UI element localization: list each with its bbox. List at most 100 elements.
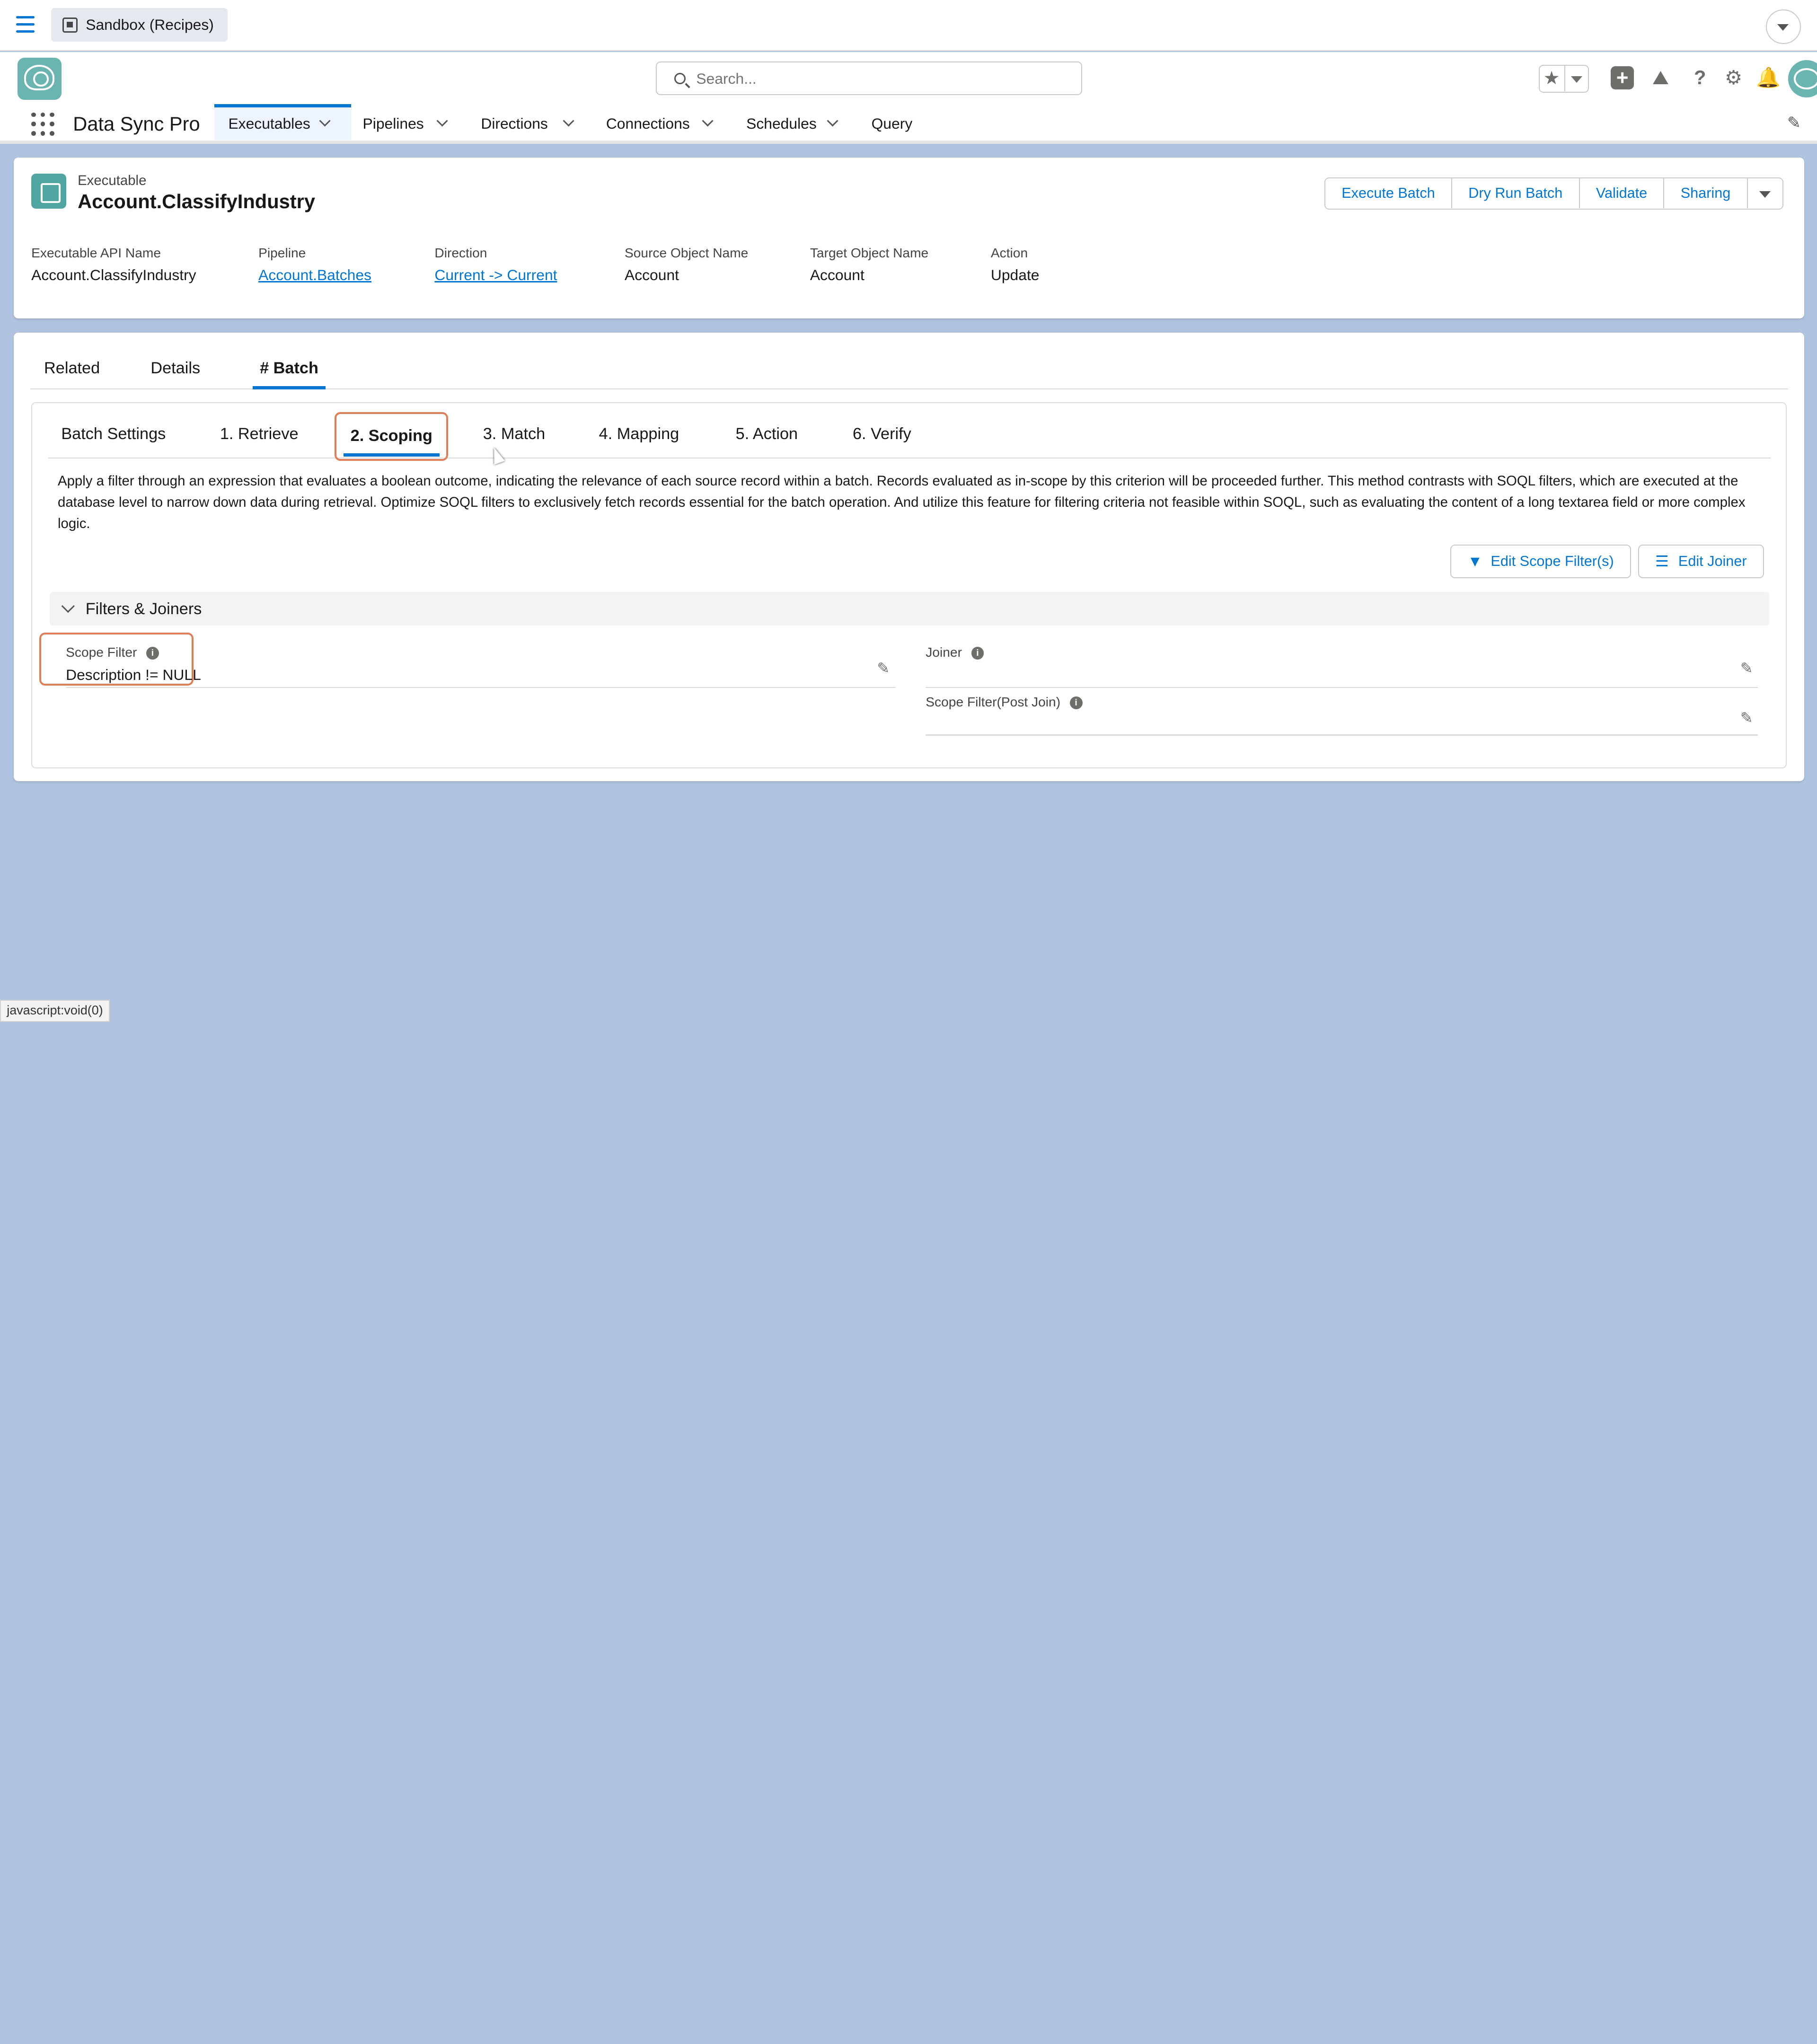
scope-filter-field: Scope Filter i Description != NULL ✎ [66, 641, 896, 688]
sandbox-label: Sandbox (Recipes) [86, 16, 214, 34]
chevron-down-icon[interactable] [1766, 9, 1801, 44]
record-header: Executable Account.ClassifyIndustry Exec… [14, 158, 1805, 319]
scope-filter-post-join-value [926, 716, 1757, 734]
highlight-field-target-object: Target Object Name Account [810, 246, 929, 284]
scope-filter-post-join-field: Scope Filter(Post Join) i ✎ [926, 690, 1758, 736]
nav-label: Pipelines [362, 115, 424, 132]
app-logo[interactable] [17, 58, 62, 100]
global-search[interactable] [656, 61, 1083, 95]
highlight-field-direction: Direction Current -> Current [434, 246, 557, 284]
bell-icon[interactable]: 🔔 [1755, 65, 1781, 90]
tab-related[interactable]: Related [44, 356, 100, 389]
star-icon: ★ [1543, 68, 1560, 88]
nav-label: Executables [228, 115, 310, 132]
batch-panel: Batch Settings 1. Retrieve 2. Scoping 3.… [31, 402, 1787, 768]
chevron-down-icon[interactable] [563, 115, 574, 127]
nav-pipelines[interactable]: Pipelines [363, 104, 456, 140]
scoping-description: Apply a filter through an expression tha… [57, 473, 1746, 532]
chevron-down-icon[interactable] [827, 115, 838, 127]
avatar[interactable] [1788, 60, 1817, 97]
nav-directions[interactable]: Directions [481, 104, 576, 140]
subtab-action[interactable]: 5. Action [736, 425, 798, 443]
subtab-scoping[interactable]: 2. Scoping [335, 412, 449, 461]
highlight-field-action: Action Update [990, 246, 1040, 284]
validate-button[interactable]: Validate [1579, 178, 1665, 209]
edit-scope-filters-button[interactable]: ▼ Edit Scope Filter(s) [1450, 544, 1631, 578]
execute-batch-button[interactable]: Execute Batch [1325, 178, 1452, 209]
info-icon[interactable]: i [146, 646, 159, 660]
filter-icon: ▼ [1467, 552, 1482, 570]
nav-label: Connections [606, 115, 690, 132]
joiner-value [926, 666, 1757, 685]
nav-label: Query [871, 115, 913, 132]
info-icon[interactable]: i [1069, 696, 1083, 710]
highlight-field-source-object: Source Object Name Account [624, 246, 749, 284]
highlight-field-pipeline: Pipeline Account.Batches [258, 246, 371, 284]
edit-nav-pencil-icon[interactable]: ✎ [1787, 114, 1801, 132]
highlight-field-api-name: Executable API Name Account.ClassifyIndu… [31, 246, 196, 284]
pipeline-link[interactable]: Account.Batches [258, 266, 371, 284]
subtab-match[interactable]: 3. Match [483, 425, 545, 443]
joiner-label: Joiner i [926, 645, 984, 660]
tab-batch[interactable]: # Batch [252, 356, 326, 389]
scoping-actions: ▼ Edit Scope Filter(s) ☰ Edit Joiner [1450, 544, 1764, 578]
edit-pencil-icon[interactable]: ✎ [1740, 709, 1753, 727]
subtab-verify[interactable]: 6. Verify [853, 425, 911, 443]
edit-pencil-icon[interactable]: ✎ [877, 659, 890, 677]
sandbox-chip[interactable]: Sandbox (Recipes) [51, 8, 228, 42]
chevron-down-icon[interactable] [701, 115, 714, 127]
sharing-button[interactable]: Sharing [1664, 178, 1748, 209]
nav-query[interactable]: Query [872, 104, 918, 140]
global-header: ★ + ⛰ ? ⚙ 🔔 [0, 52, 1817, 105]
record-title: Account.ClassifyIndustry [78, 190, 315, 212]
status-bar-url: javascript:void(0) [0, 1000, 110, 1022]
filters-joiners-section[interactable]: Filters & Joiners [49, 591, 1770, 626]
scope-filter-post-join-label: Scope Filter(Post Join) i [926, 695, 1083, 710]
nav-schedules[interactable]: Schedules [746, 104, 841, 140]
record-actions: Execute Batch Dry Run Batch Validate Sha… [1324, 177, 1783, 210]
section-title: Filters & Joiners [85, 600, 202, 618]
trailhead-icon[interactable]: ⛰ [1648, 65, 1673, 90]
mouse-cursor [488, 445, 505, 465]
gear-icon[interactable]: ⚙ [1721, 65, 1746, 90]
nav-label: Directions [481, 115, 548, 132]
subtab-mapping[interactable]: 4. Mapping [599, 425, 679, 443]
dry-run-batch-button[interactable]: Dry Run Batch [1452, 178, 1580, 209]
edit-joiner-button[interactable]: ☰ Edit Joiner [1638, 544, 1764, 578]
edit-scope-filters-label: Edit Scope Filter(s) [1491, 553, 1614, 569]
favorites-button[interactable]: ★ [1539, 65, 1589, 93]
app-launcher-icon[interactable] [31, 112, 55, 136]
chevron-down-icon[interactable] [1571, 76, 1583, 83]
nav-label: Schedules [746, 115, 817, 132]
chevron-down-icon[interactable] [319, 115, 331, 127]
tab-details[interactable]: Details [150, 356, 200, 389]
subtab-batch-settings[interactable]: Batch Settings [61, 425, 166, 443]
nav-connections[interactable]: Connections [606, 104, 716, 140]
more-actions-chevron-down-icon[interactable] [1747, 178, 1782, 209]
direction-link[interactable]: Current -> Current [434, 266, 557, 284]
chevron-down-icon[interactable] [62, 599, 75, 613]
edit-pencil-icon[interactable]: ✎ [1740, 659, 1753, 677]
edit-joiner-label: Edit Joiner [1678, 553, 1747, 569]
search-input[interactable] [696, 67, 1067, 90]
subtab-retrieve[interactable]: 1. Retrieve [220, 425, 299, 443]
sandbox-bar: Sandbox (Recipes) [0, 0, 1817, 51]
app-navigation: Data Sync Pro Executables Pipelines Dire… [0, 104, 1817, 144]
help-icon[interactable]: ? [1687, 65, 1713, 90]
joiner-icon: ☰ [1655, 552, 1669, 570]
info-icon[interactable]: i [971, 646, 984, 660]
add-icon[interactable]: + [1611, 66, 1634, 89]
search-icon [674, 72, 686, 85]
sandbox-icon [62, 17, 78, 33]
header-icons: ★ + ⛰ ? ⚙ 🔔 [1504, 52, 1817, 104]
scope-filter-value: Description != NULL [66, 666, 201, 683]
executable-record-icon [31, 174, 66, 209]
joiner-field: Joiner i ✎ [926, 641, 1758, 688]
record-content: Related Details # Batch Batch Settings 1… [14, 332, 1805, 781]
hamburger-menu-icon[interactable] [16, 16, 35, 33]
scope-filter-label: Scope Filter i [66, 645, 159, 660]
nav-executables[interactable]: Executables [214, 104, 352, 141]
batch-sub-tabs: Batch Settings 1. Retrieve 2. Scoping 3.… [48, 412, 1771, 465]
chevron-down-icon[interactable] [436, 115, 448, 127]
record-type: Executable [78, 172, 147, 188]
